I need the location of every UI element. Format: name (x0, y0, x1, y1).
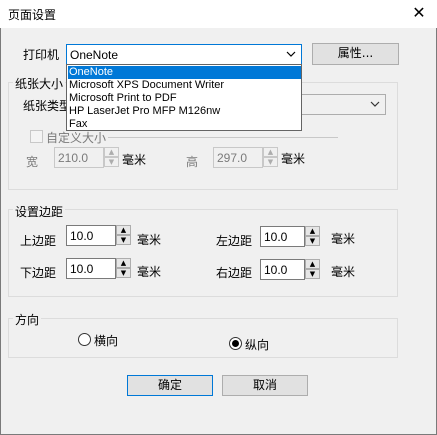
width-value: 210.0 (58, 151, 89, 165)
printer-option-xps[interactable]: Microsoft XPS Document Writer (68, 79, 301, 92)
height-value: 297.0 (217, 151, 248, 165)
chevron-down-icon (286, 51, 296, 57)
custom-size-label: 自定义大小 (46, 131, 107, 145)
printer-selected-value: OneNote (70, 48, 119, 62)
left-margin-decrement-icon[interactable]: ▼ (305, 236, 320, 246)
width-stepper[interactable]: ▲ ▼ (104, 147, 119, 168)
printer-label: 打印机 (23, 48, 60, 62)
printer-option-onenote[interactable]: OneNote (68, 66, 301, 79)
left-margin-unit: 毫米 (331, 232, 356, 246)
right-margin-increment-icon[interactable]: ▲ (305, 259, 320, 269)
printer-option-pdf[interactable]: Microsoft Print to PDF (68, 92, 301, 105)
left-margin-label: 左边距 (216, 234, 253, 248)
right-margin-decrement-icon[interactable]: ▼ (305, 269, 320, 279)
top-margin-decrement-icon[interactable]: ▼ (116, 235, 131, 245)
right-margin-value: 10.0 (264, 263, 288, 277)
bottom-margin-input[interactable]: 10.0 (66, 258, 116, 279)
margins-group (8, 209, 398, 297)
left-margin-value: 10.0 (264, 230, 288, 244)
paper-type-label: 纸张类型 (23, 99, 72, 113)
left-margin-stepper[interactable]: ▲ ▼ (305, 226, 320, 247)
margins-group-label: 设置边距 (13, 203, 66, 220)
top-margin-value: 10.0 (70, 229, 94, 243)
custom-size-checkbox[interactable] (30, 130, 43, 143)
top-margin-label: 上边距 (20, 234, 57, 248)
window-title: 页面设置 (8, 8, 57, 22)
right-margin-label: 右边距 (216, 266, 253, 280)
printer-option-hp[interactable]: HP LaserJet Pro MFP M126nw (68, 105, 301, 118)
printer-dropdown-list: OneNote Microsoft XPS Document Writer Mi… (66, 64, 302, 131)
top-margin-input[interactable]: 10.0 (66, 225, 116, 246)
printer-select[interactable]: OneNote (66, 44, 302, 65)
landscape-label: 横向 (94, 334, 119, 348)
portrait-label: 纵向 (245, 338, 270, 352)
custom-size-divider (108, 137, 338, 138)
right-margin-unit: 毫米 (331, 265, 356, 279)
height-increment-icon[interactable]: ▲ (263, 147, 278, 157)
paper-size-group-label: 纸张大小 (13, 75, 66, 92)
orientation-group (8, 318, 398, 358)
width-input[interactable]: 210.0 (54, 147, 104, 168)
left-margin-input[interactable]: 10.0 (260, 226, 305, 247)
landscape-radio[interactable] (78, 333, 91, 346)
width-unit: 毫米 (122, 153, 147, 167)
top-margin-unit: 毫米 (137, 233, 162, 247)
bottom-margin-unit: 毫米 (137, 265, 162, 279)
height-label: 高 (186, 155, 199, 169)
height-unit: 毫米 (281, 152, 306, 166)
height-stepper[interactable]: ▲ ▼ (263, 147, 278, 168)
title-bar (0, 0, 437, 28)
top-margin-stepper[interactable]: ▲ ▼ (116, 225, 131, 246)
close-icon[interactable]: ✕ (408, 3, 430, 23)
orientation-group-label: 方向 (13, 311, 42, 328)
portrait-radio[interactable] (229, 337, 242, 350)
properties-button[interactable]: 属性... (312, 43, 399, 65)
top-margin-increment-icon[interactable]: ▲ (116, 225, 131, 235)
height-decrement-icon[interactable]: ▼ (263, 157, 278, 167)
printer-option-fax[interactable]: Fax (68, 118, 301, 131)
width-label: 宽 (26, 155, 39, 169)
width-increment-icon[interactable]: ▲ (104, 147, 119, 157)
bottom-margin-stepper[interactable]: ▲ ▼ (116, 258, 131, 279)
bottom-margin-increment-icon[interactable]: ▲ (116, 258, 131, 268)
chevron-down-icon (370, 101, 380, 107)
bottom-margin-value: 10.0 (70, 262, 94, 276)
right-margin-stepper[interactable]: ▲ ▼ (305, 259, 320, 280)
left-margin-increment-icon[interactable]: ▲ (305, 226, 320, 236)
height-input[interactable]: 297.0 (213, 147, 263, 168)
cancel-button[interactable]: 取消 (222, 375, 308, 396)
width-decrement-icon[interactable]: ▼ (104, 157, 119, 167)
right-margin-input[interactable]: 10.0 (260, 259, 305, 280)
bottom-margin-decrement-icon[interactable]: ▼ (116, 268, 131, 278)
ok-button[interactable]: 确定 (127, 375, 213, 396)
bottom-margin-label: 下边距 (20, 266, 57, 280)
